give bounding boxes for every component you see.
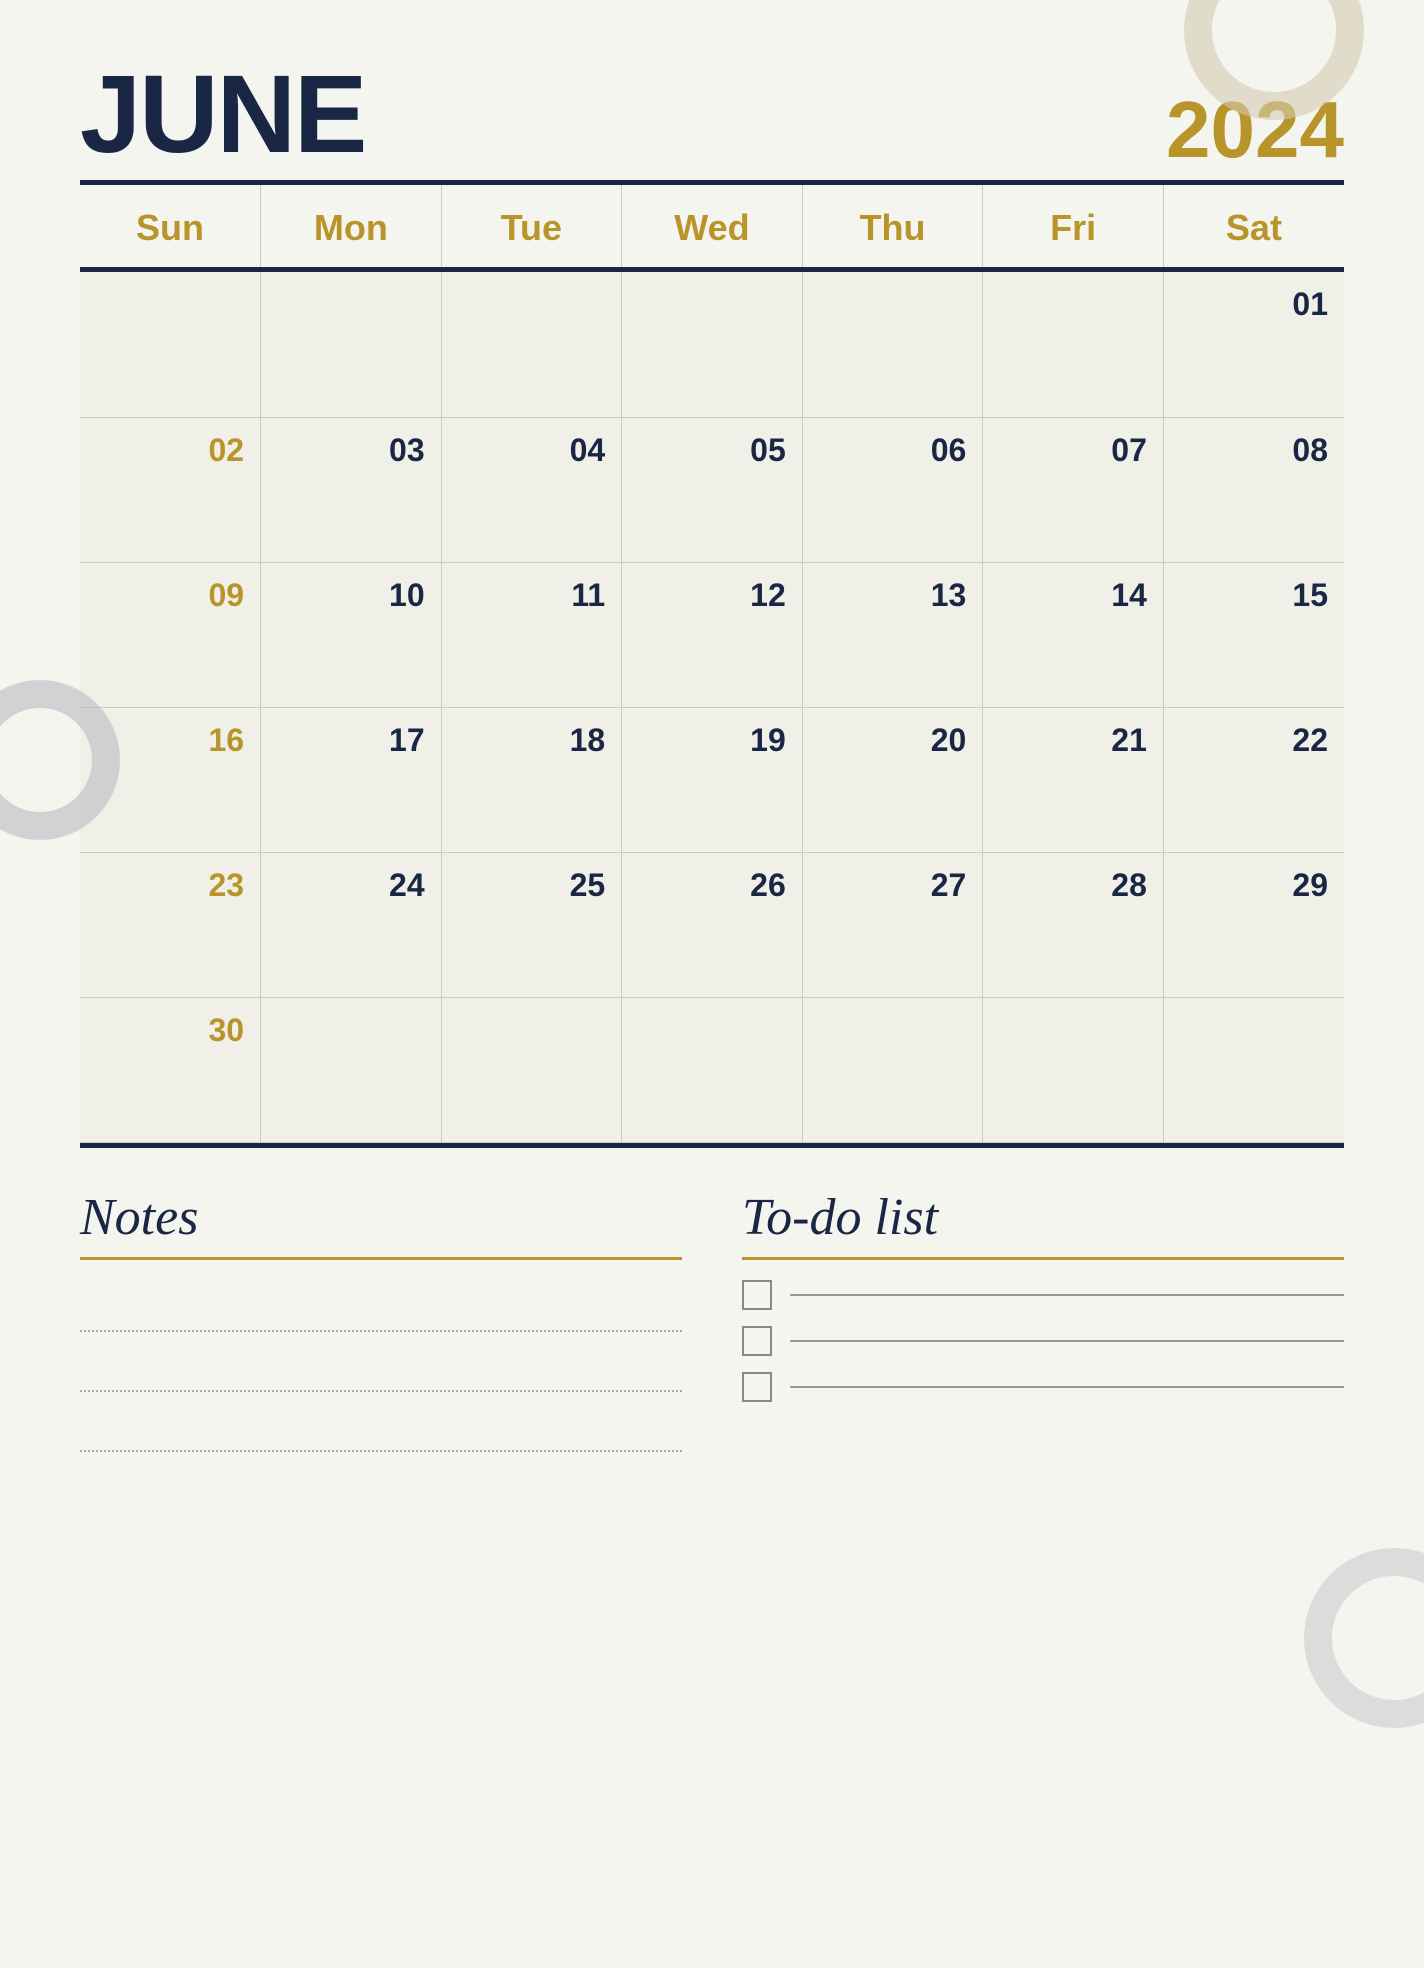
notes-section: Notes	[80, 1188, 682, 1460]
calendar-day-0-3	[622, 272, 803, 417]
calendar-day-1-2: 04	[441, 417, 622, 562]
calendar-table: Sun Mon Tue Wed Thu Fri Sat 010203040506…	[80, 185, 1344, 1143]
calendar-day-5-4	[802, 997, 983, 1142]
calendar-day-2-0: 09	[80, 562, 261, 707]
calendar-day-4-0: 23	[80, 852, 261, 997]
calendar-day-0-4	[802, 272, 983, 417]
calendar-day-2-4: 13	[802, 562, 983, 707]
calendar-week-5: 23242526272829	[80, 852, 1344, 997]
calendar-day-5-6	[1163, 997, 1344, 1142]
calendar-day-2-5: 14	[983, 562, 1164, 707]
calendar-day-5-2	[441, 997, 622, 1142]
calendar-header-row: Sun Mon Tue Wed Thu Fri Sat	[80, 185, 1344, 267]
calendar-day-0-5	[983, 272, 1164, 417]
calendar-week-1: 01	[80, 272, 1344, 417]
calendar-day-5-5	[983, 997, 1164, 1142]
calendar-day-4-2: 25	[441, 852, 622, 997]
todo-checkbox-3[interactable]	[742, 1372, 772, 1402]
calendar-day-3-3: 19	[622, 707, 803, 852]
todo-item-3	[742, 1372, 1344, 1402]
calendar-day-0-1	[261, 272, 442, 417]
calendar-day-1-1: 03	[261, 417, 442, 562]
calendar-day-3-1: 17	[261, 707, 442, 852]
calendar-day-5-3	[622, 997, 803, 1142]
col-mon: Mon	[261, 185, 442, 267]
calendar-day-2-1: 10	[261, 562, 442, 707]
calendar-day-1-5: 07	[983, 417, 1164, 562]
todo-item-2	[742, 1326, 1344, 1356]
calendar-day-1-0: 02	[80, 417, 261, 562]
calendar-day-1-3: 05	[622, 417, 803, 562]
calendar-day-3-4: 20	[802, 707, 983, 852]
calendar-day-0-0	[80, 272, 261, 417]
todo-line-3	[790, 1386, 1344, 1388]
col-sun: Sun	[80, 185, 261, 267]
calendar-day-2-6: 15	[1163, 562, 1344, 707]
page-header: JUNE 2024	[80, 60, 1344, 170]
notes-line-3	[80, 1400, 682, 1452]
calendar-week-4: 16171819202122	[80, 707, 1344, 852]
col-wed: Wed	[622, 185, 803, 267]
col-sat: Sat	[1163, 185, 1344, 267]
calendar-week-6: 30	[80, 997, 1344, 1142]
col-thu: Thu	[802, 185, 983, 267]
calendar-week-2: 02030405060708	[80, 417, 1344, 562]
calendar-day-2-2: 11	[441, 562, 622, 707]
footer-section: Notes To-do list	[80, 1188, 1344, 1460]
calendar-day-5-0: 30	[80, 997, 261, 1142]
notes-gold-line	[80, 1257, 682, 1260]
calendar-day-4-1: 24	[261, 852, 442, 997]
bottom-separator	[80, 1143, 1344, 1148]
notes-line-2	[80, 1340, 682, 1392]
notes-line-1	[80, 1280, 682, 1332]
calendar-day-3-6: 22	[1163, 707, 1344, 852]
todo-checkbox-1[interactable]	[742, 1280, 772, 1310]
calendar-day-4-3: 26	[622, 852, 803, 997]
todo-checkbox-2[interactable]	[742, 1326, 772, 1356]
month-title: JUNE	[80, 60, 365, 170]
calendar-day-3-2: 18	[441, 707, 622, 852]
todo-title: To-do list	[742, 1188, 1344, 1247]
col-fri: Fri	[983, 185, 1164, 267]
calendar-week-3: 09101112131415	[80, 562, 1344, 707]
calendar-day-0-2	[441, 272, 622, 417]
todo-item-1	[742, 1280, 1344, 1310]
col-tue: Tue	[441, 185, 622, 267]
todo-line-2	[790, 1340, 1344, 1342]
calendar-day-3-5: 21	[983, 707, 1164, 852]
notes-lines	[80, 1280, 682, 1460]
calendar-day-1-6: 08	[1163, 417, 1344, 562]
calendar-day-4-4: 27	[802, 852, 983, 997]
calendar-page: JUNE 2024 Sun Mon Tue Wed Thu Fri Sat 01…	[0, 0, 1424, 1968]
calendar-day-2-3: 12	[622, 562, 803, 707]
notes-title: Notes	[80, 1188, 682, 1247]
todo-section: To-do list	[742, 1188, 1344, 1460]
todo-items	[742, 1280, 1344, 1402]
calendar-day-5-1	[261, 997, 442, 1142]
deco-circle-bottom-right	[1304, 1548, 1424, 1728]
calendar-day-1-4: 06	[802, 417, 983, 562]
todo-line-1	[790, 1294, 1344, 1296]
calendar-day-4-6: 29	[1163, 852, 1344, 997]
calendar-day-0-6: 01	[1163, 272, 1344, 417]
todo-gold-line	[742, 1257, 1344, 1260]
calendar-day-4-5: 28	[983, 852, 1164, 997]
